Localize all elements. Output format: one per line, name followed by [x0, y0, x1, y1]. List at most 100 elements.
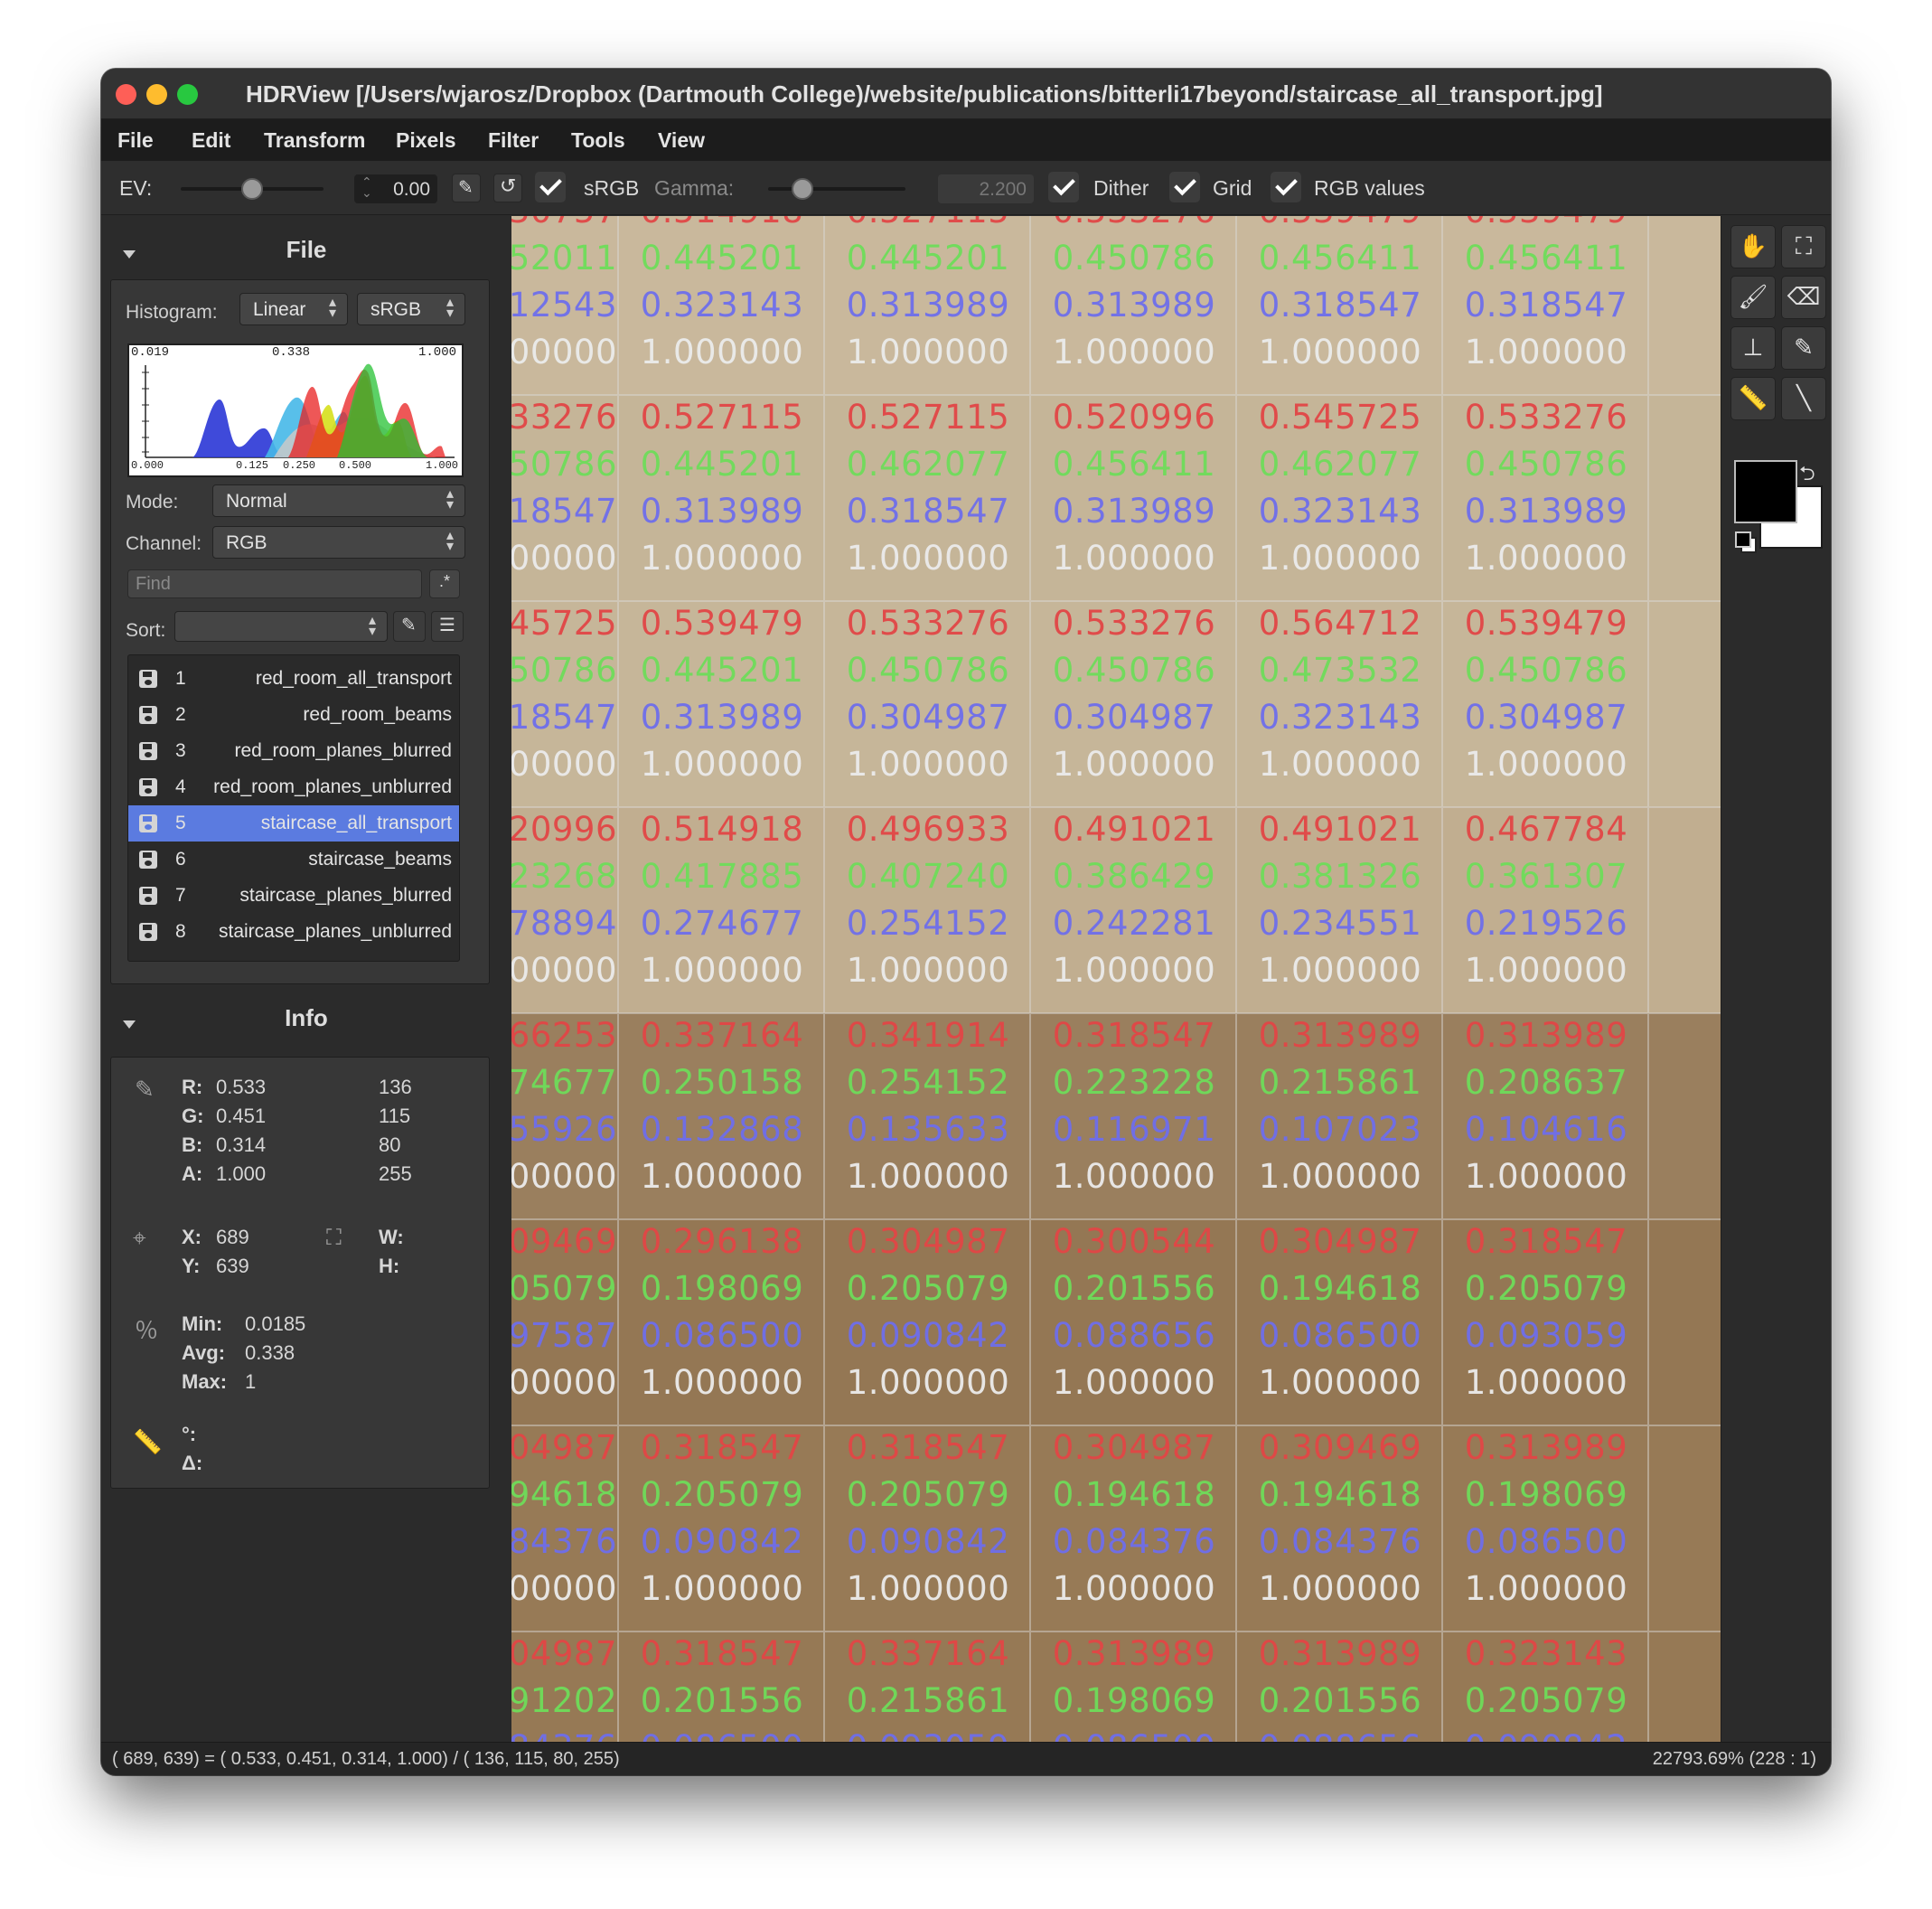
pixel-cell[interactable]: 0.3231430.2050790.0908421.000000: [1442, 1632, 1648, 1742]
pixel-cell[interactable]: 0.533276 0.450786 0.304987 1.000000: [824, 601, 1030, 807]
pixel-cell[interactable]: 0.539479 0.456411 0.318547 1.000000: [1442, 216, 1648, 395]
sort-pick-button[interactable]: ✎: [393, 611, 426, 642]
pixel-cell[interactable]: 0.3139890.1980690.0865001.000000: [1442, 1425, 1648, 1632]
pixel-cell[interactable]: [1648, 395, 1721, 601]
histogram-space-select[interactable]: sRGB ▴ ▾: [357, 293, 465, 325]
pixel-cell[interactable]: 66253 74677 55926 00000: [511, 1013, 618, 1219]
pixel-cell[interactable]: 0.304987 0.205079 0.090842 1.000000: [824, 1219, 1030, 1425]
save-icon[interactable]: [139, 670, 157, 688]
pixel-cell[interactable]: 0.539479 0.450786 0.304987 1.000000: [1442, 601, 1648, 807]
pixel-cell[interactable]: 0.318547 0.205079 0.090842 1.000000: [824, 1425, 1030, 1632]
pixel-cell[interactable]: 0.300544 0.201556 0.088656 1.000000: [1030, 1219, 1236, 1425]
pixel-cell[interactable]: [1648, 1425, 1721, 1632]
gamma-value-input[interactable]: 2.200: [938, 174, 1034, 203]
pixel-cell[interactable]: 0.491021 0.386429 0.242281 1.000000: [1030, 807, 1236, 1013]
save-icon[interactable]: [139, 923, 157, 941]
save-icon[interactable]: [139, 778, 157, 796]
pixel-cell[interactable]: 0.533276 0.450786 0.313989 1.000000: [1030, 216, 1236, 395]
pixel-cell[interactable]: 0.318547 0.223228 0.116971 1.000000: [1030, 1013, 1236, 1219]
swap-colors-icon[interactable]: ⮌: [1799, 458, 1815, 493]
pixel-cell[interactable]: 0.514918 0.417885 0.274677 1.000000: [618, 807, 824, 1013]
pixel-cell[interactable]: 0.313989 0.208637 0.104616 1.000000: [1442, 1013, 1648, 1219]
maximize-window-button[interactable]: [177, 84, 198, 105]
pixel-cell[interactable]: 0.520996 0.456411 0.313989 1.000000: [1030, 395, 1236, 601]
save-icon[interactable]: [139, 887, 157, 905]
pixel-cell[interactable]: 0.3139890.2015560.0886561.000000: [1236, 1632, 1442, 1742]
pixel-cell[interactable]: 30757 52011 12543 00000: [511, 216, 618, 395]
pixel-cell[interactable]: [1648, 1219, 1721, 1425]
pixel-cell[interactable]: 0.545725 0.462077 0.323143 1.000000: [1236, 395, 1442, 601]
brush-tool-button[interactable]: 🖌: [1730, 276, 1776, 319]
pixel-cell[interactable]: 0.539479 0.456411 0.318547 1.000000: [1236, 216, 1442, 395]
pixel-cell[interactable]: 0.304987 0.194618 0.084376 1.000000: [1030, 1425, 1236, 1632]
menu-view[interactable]: View: [658, 128, 705, 153]
pixel-cell[interactable]: 0.491021 0.381326 0.234551 1.000000: [1236, 807, 1442, 1013]
pixel-cell[interactable]: [1648, 601, 1721, 807]
file-list-item[interactable]: 8 staircase_planes_unblurred: [128, 914, 459, 950]
pixel-cell[interactable]: 0.527115 0.445201 0.313989 1.000000: [618, 395, 824, 601]
histogram-scale-select[interactable]: Linear ▴ ▾: [239, 293, 348, 325]
pixel-cell[interactable]: 0.341914 0.254152 0.135633 1.000000: [824, 1013, 1030, 1219]
file-list-item[interactable]: 4 red_room_planes_unblurred: [128, 769, 459, 805]
line-tool-button[interactable]: ╲: [1781, 377, 1826, 420]
pixel-cell[interactable]: 0.514918 0.445201 0.323143 1.000000: [618, 216, 824, 395]
pixel-cell[interactable]: 33276 50786 18547 00000: [511, 395, 618, 601]
pixel-cell[interactable]: 20996 23268 78894 00000: [511, 807, 618, 1013]
foreground-color-swatch[interactable]: [1734, 460, 1797, 523]
ev-slider-knob[interactable]: [241, 178, 263, 200]
file-list-item[interactable]: 1 red_room_all_transport: [128, 661, 459, 697]
gamma-slider-knob[interactable]: [792, 178, 813, 200]
pixel-cell[interactable]: [1648, 1632, 1721, 1742]
ev-value-input[interactable]: ⌃ ⌄ 0.00: [354, 174, 437, 203]
save-icon[interactable]: [139, 742, 157, 760]
menu-file[interactable]: File: [117, 128, 154, 153]
eyedropper-tool-button[interactable]: ✎: [1781, 326, 1826, 370]
regex-toggle-button[interactable]: .*: [429, 569, 460, 598]
find-input[interactable]: Find: [127, 569, 422, 598]
pixel-cell[interactable]: 45725 50786 18547 00000: [511, 601, 618, 807]
ev-slider[interactable]: [181, 178, 324, 200]
pixel-cell[interactable]: 0.496933 0.407240 0.254152 1.000000: [824, 807, 1030, 1013]
info-panel-title[interactable]: Info: [101, 1004, 511, 1032]
spin-arrows-icon[interactable]: ⌃ ⌄: [361, 175, 372, 199]
pixel-cell[interactable]: 0.467784 0.361307 0.219526 1.000000: [1442, 807, 1648, 1013]
grid-checkbox[interactable]: [1169, 172, 1200, 202]
pixel-cell[interactable]: 0.3139890.1980690.0865001.000000: [1030, 1632, 1236, 1742]
menu-edit[interactable]: Edit: [192, 128, 230, 153]
fit-view-button[interactable]: ⛶: [1781, 225, 1826, 268]
pixel-cell[interactable]: 0.533276 0.450786 0.304987 1.000000: [1030, 601, 1236, 807]
pixel-cell[interactable]: 0.527115 0.445201 0.313989 1.000000: [824, 216, 1030, 395]
save-icon[interactable]: [139, 706, 157, 724]
dither-checkbox[interactable]: [1048, 172, 1079, 202]
reset-exposure-button[interactable]: ↺: [493, 174, 522, 202]
pixel-cell[interactable]: 0.296138 0.198069 0.086500 1.000000: [618, 1219, 824, 1425]
menu-pixels[interactable]: Pixels: [396, 128, 456, 153]
clone-stamp-tool-button[interactable]: ⊥: [1730, 326, 1776, 370]
file-list-item[interactable]: 3 red_room_planes_blurred: [128, 733, 459, 769]
file-list-item[interactable]: 7 staircase_planes_blurred: [128, 878, 459, 914]
pixel-cell[interactable]: [1648, 1013, 1721, 1219]
image-canvas[interactable]: 30757 52011 12543 00000 0.514918 0.445201 0.32…: [511, 216, 1721, 1742]
pixel-cell[interactable]: 0.3371640.2158610.0930591.000000: [824, 1632, 1030, 1742]
mode-select[interactable]: Normal ▴ ▾: [212, 484, 465, 517]
pixel-cell[interactable]: 0.309469 0.194618 0.084376 1.000000: [1236, 1425, 1442, 1632]
minimize-window-button[interactable]: [146, 84, 167, 105]
pixel-cell[interactable]: 0.313989 0.215861 0.107023 1.000000: [1236, 1013, 1442, 1219]
pixel-cell[interactable]: 0.533276 0.450786 0.313989 1.000000: [1442, 395, 1648, 601]
pixel-cell[interactable]: 0.318547 0.205079 0.093059 1.000000: [1442, 1219, 1648, 1425]
menu-tools[interactable]: Tools: [571, 128, 625, 153]
ruler-tool-button[interactable]: 📏: [1730, 377, 1776, 420]
channel-select[interactable]: RGB ▴ ▾: [212, 526, 465, 559]
save-icon[interactable]: [139, 814, 157, 832]
rgb-values-checkbox[interactable]: [1271, 172, 1301, 202]
pixel-cell[interactable]: 04987912028437600000: [511, 1632, 618, 1742]
pixel-cell[interactable]: [1648, 807, 1721, 1013]
save-icon[interactable]: [139, 851, 157, 869]
file-list-item[interactable]: 2 red_room_beams: [128, 697, 459, 733]
pixel-cell[interactable]: 0.337164 0.250158 0.132868 1.000000: [618, 1013, 824, 1219]
pixel-cell[interactable]: 0.3185470.2015560.0865001.000000: [618, 1632, 824, 1742]
auto-exposure-button[interactable]: ✎: [452, 174, 481, 202]
pixel-cell[interactable]: [1648, 216, 1721, 395]
eraser-tool-button[interactable]: ⌫: [1781, 276, 1826, 319]
menu-transform[interactable]: Transform: [264, 128, 365, 153]
